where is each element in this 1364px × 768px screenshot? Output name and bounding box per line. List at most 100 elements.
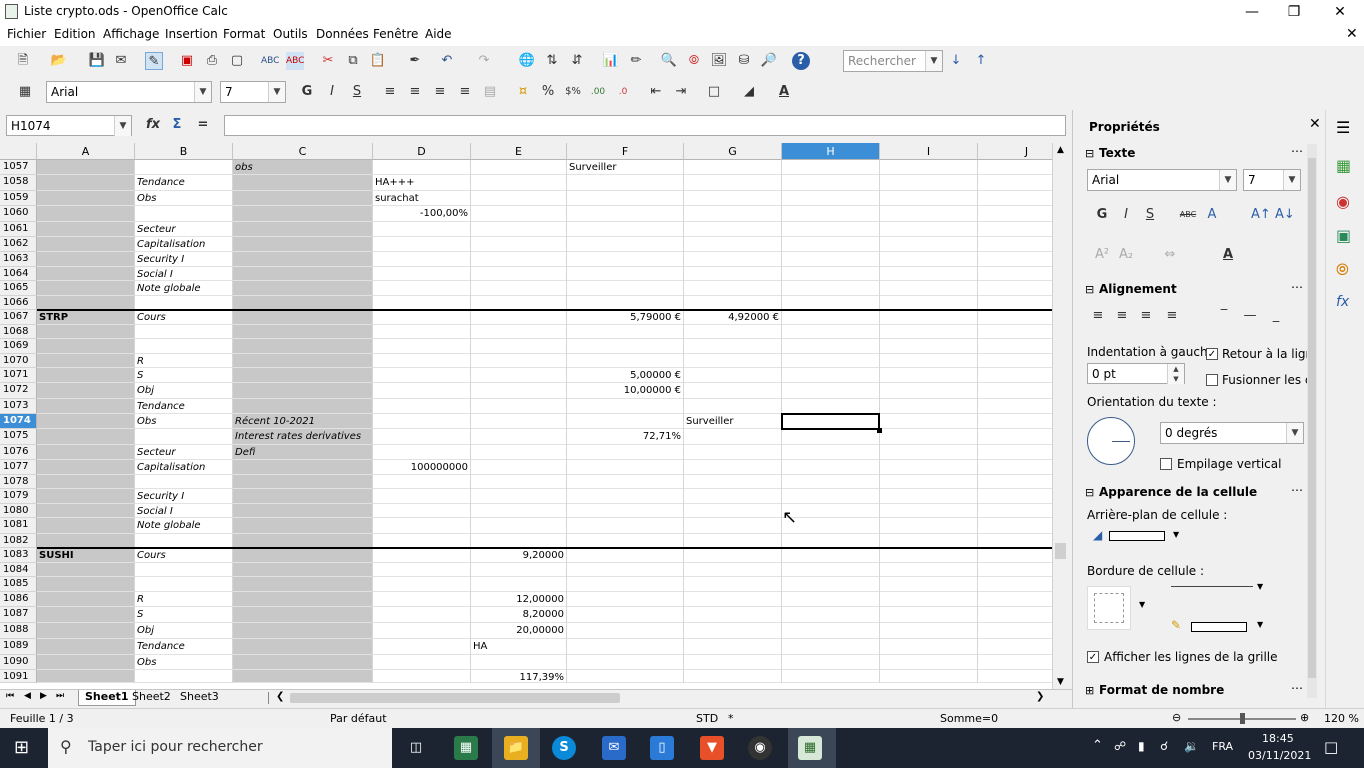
sidebar-font-name[interactable]: Arial ▼ — [1087, 169, 1237, 191]
cell-g1067[interactable]: 4,92000 € — [686, 311, 779, 325]
horizontal-scroll-thumb[interactable] — [290, 693, 620, 703]
column-header-c[interactable]: C — [233, 143, 373, 160]
first-sheet-icon[interactable]: ⏮ — [6, 691, 14, 701]
sidebar-scrollbar[interactable] — [1307, 144, 1317, 698]
row-header[interactable]: 1073 — [0, 399, 37, 414]
align-center-icon[interactable]: ≡ — [406, 83, 424, 101]
find-replace-icon[interactable]: 🔍 — [660, 52, 678, 70]
cell-b1089[interactable]: Tendance — [137, 640, 230, 655]
column-header-j[interactable]: J — [978, 143, 1052, 160]
align-middle-icon[interactable]: — — [1241, 307, 1259, 325]
select-all-corner[interactable] — [0, 143, 37, 160]
spin-icon[interactable]: ▲ ▼ — [1167, 364, 1184, 384]
sidebar-underline-icon[interactable]: S — [1141, 206, 1159, 224]
collapse-icon[interactable]: ⊟ — [1085, 283, 1094, 296]
expand-icon[interactable]: ⊞ — [1085, 684, 1094, 697]
grow-font-icon[interactable]: A↑ — [1251, 206, 1271, 224]
cell-b1067[interactable]: Cours — [137, 311, 230, 325]
bg-color-button[interactable]: ◢ ▼ — [1093, 528, 1185, 546]
spacing-icon[interactable]: ⇔ — [1161, 246, 1179, 264]
cell-f1075[interactable]: 72,71% — [569, 430, 681, 445]
row-header[interactable]: 1075 — [0, 429, 37, 445]
sidebar-font-color-icon[interactable]: A — [1219, 246, 1237, 264]
undo-icon[interactable]: ↶ — [438, 52, 456, 70]
sum-icon[interactable]: Σ — [168, 116, 186, 134]
border-color-button[interactable] — [1191, 622, 1247, 632]
help-icon[interactable]: ? — [792, 52, 810, 70]
chevron-down-icon[interactable]: ▼ — [925, 51, 942, 71]
scroll-right-icon[interactable]: ❯ — [1036, 691, 1044, 702]
new-icon[interactable]: 🗎 — [14, 52, 32, 70]
cell-c1075[interactable]: Interest rates derivatives — [235, 430, 475, 445]
cell-b1077[interactable]: Capitalisation — [137, 461, 230, 475]
chevron-up-icon[interactable]: ⌃ — [1092, 738, 1103, 753]
spreadsheet-grid[interactable]: A B C D E F G H I J 1057 obs Surveiller 1058 Tendance H… — [0, 143, 1052, 689]
row-header[interactable]: 1088 — [0, 623, 37, 639]
cell-d1077[interactable]: 100000000 — [375, 461, 468, 475]
cell-c1076[interactable]: Defi — [235, 446, 370, 460]
chevron-down-icon[interactable]: ▼ — [114, 116, 131, 136]
clock-time[interactable]: 18:45 — [1262, 732, 1294, 745]
row-header[interactable]: 1089 — [0, 639, 37, 655]
task-view-icon[interactable]: ◫ — [404, 736, 428, 760]
row-header[interactable]: 1066 — [0, 296, 37, 310]
cell-f1071[interactable]: 5,00000 € — [569, 369, 681, 383]
battery-icon[interactable]: ▮ — [1138, 739, 1145, 753]
cell-border-button[interactable] — [1087, 586, 1131, 630]
close-button[interactable]: ✕ — [1320, 2, 1360, 22]
sort-ascending-icon[interactable]: ⇅ — [543, 52, 561, 70]
cell-b1074[interactable]: Obs — [137, 415, 230, 429]
cell-g1074[interactable]: Surveiller — [686, 415, 779, 429]
cell-b1079[interactable]: Security I — [137, 490, 230, 504]
align-top-icon[interactable]: ‾ — [1215, 307, 1233, 325]
row-header[interactable]: 1064 — [0, 267, 37, 281]
row-header[interactable]: 1083 — [0, 548, 37, 563]
language-indicator[interactable]: FRA — [1212, 740, 1233, 753]
column-header-g[interactable]: G — [684, 143, 782, 160]
print-icon[interactable]: ⎙ — [203, 52, 221, 70]
cell-e1088[interactable]: 20,00000 — [473, 624, 564, 639]
chevron-down-icon[interactable]: ▼ — [1139, 600, 1145, 609]
menu-edition[interactable]: Edition — [54, 27, 96, 41]
cell-a1083[interactable]: SUSHI — [39, 549, 132, 563]
file-explorer-icon[interactable]: 📁 — [504, 736, 528, 760]
page-style[interactable]: Par défaut — [330, 712, 387, 725]
phone-app-icon[interactable]: ▯ — [650, 736, 674, 760]
column-header-d[interactable]: D — [373, 143, 471, 160]
percent-icon[interactable]: % — [539, 83, 557, 101]
maximize-button[interactable]: ❐ — [1274, 2, 1314, 22]
sheet-tab-3[interactable]: Sheet3 — [176, 690, 223, 706]
copy-icon[interactable]: ⧉ — [344, 52, 362, 70]
row-header[interactable]: 1063 — [0, 252, 37, 267]
cell-e1091[interactable]: 117,39% — [473, 671, 565, 683]
shadow-icon[interactable]: A — [1203, 206, 1221, 224]
gridlines-checkbox[interactable]: ✓ — [1087, 651, 1099, 663]
line-style-preview[interactable] — [1171, 586, 1253, 587]
draw-functions-icon[interactable]: ✏ — [627, 52, 645, 70]
export-pdf-icon[interactable]: ▣ — [178, 52, 196, 70]
find-previous-icon[interactable]: ↑ — [972, 52, 990, 70]
italic-icon[interactable]: I — [323, 83, 341, 101]
notifications-icon[interactable]: □ — [1324, 738, 1338, 756]
sidebar-font-size[interactable]: 7 ▼ — [1243, 169, 1301, 191]
collapse-icon[interactable]: ⊟ — [1085, 147, 1094, 160]
data-sources-icon[interactable]: ⛁ — [735, 52, 753, 70]
menu-fichier[interactable]: Fichier — [7, 27, 46, 41]
merge-checkbox[interactable] — [1206, 374, 1218, 386]
shrink-font-icon[interactable]: A↓ — [1275, 206, 1295, 224]
sidebar-menu-icon[interactable]: ☰ — [1336, 118, 1350, 137]
align-bottom-icon[interactable]: _ — [1267, 307, 1285, 325]
scroll-down-icon[interactable]: ▼ — [1053, 675, 1068, 689]
column-header-i[interactable]: I — [880, 143, 978, 160]
cut-icon[interactable]: ✂ — [319, 52, 337, 70]
zoom-slider-thumb[interactable] — [1240, 713, 1245, 724]
menu-fenetre[interactable]: Fenêtre — [373, 27, 418, 41]
minimize-button[interactable]: — — [1232, 2, 1272, 22]
sheet-tab-2[interactable]: Sheet2 — [128, 690, 175, 706]
row-header[interactable]: 1082 — [0, 534, 37, 548]
cell-b1072[interactable]: Obj — [137, 384, 230, 399]
sidebar-align-left-icon[interactable]: ≡ — [1089, 307, 1107, 325]
prev-sheet-icon[interactable]: ◀ — [24, 691, 31, 701]
cell-b1080[interactable]: Social I — [137, 505, 230, 518]
underline-icon[interactable]: S — [348, 83, 366, 101]
